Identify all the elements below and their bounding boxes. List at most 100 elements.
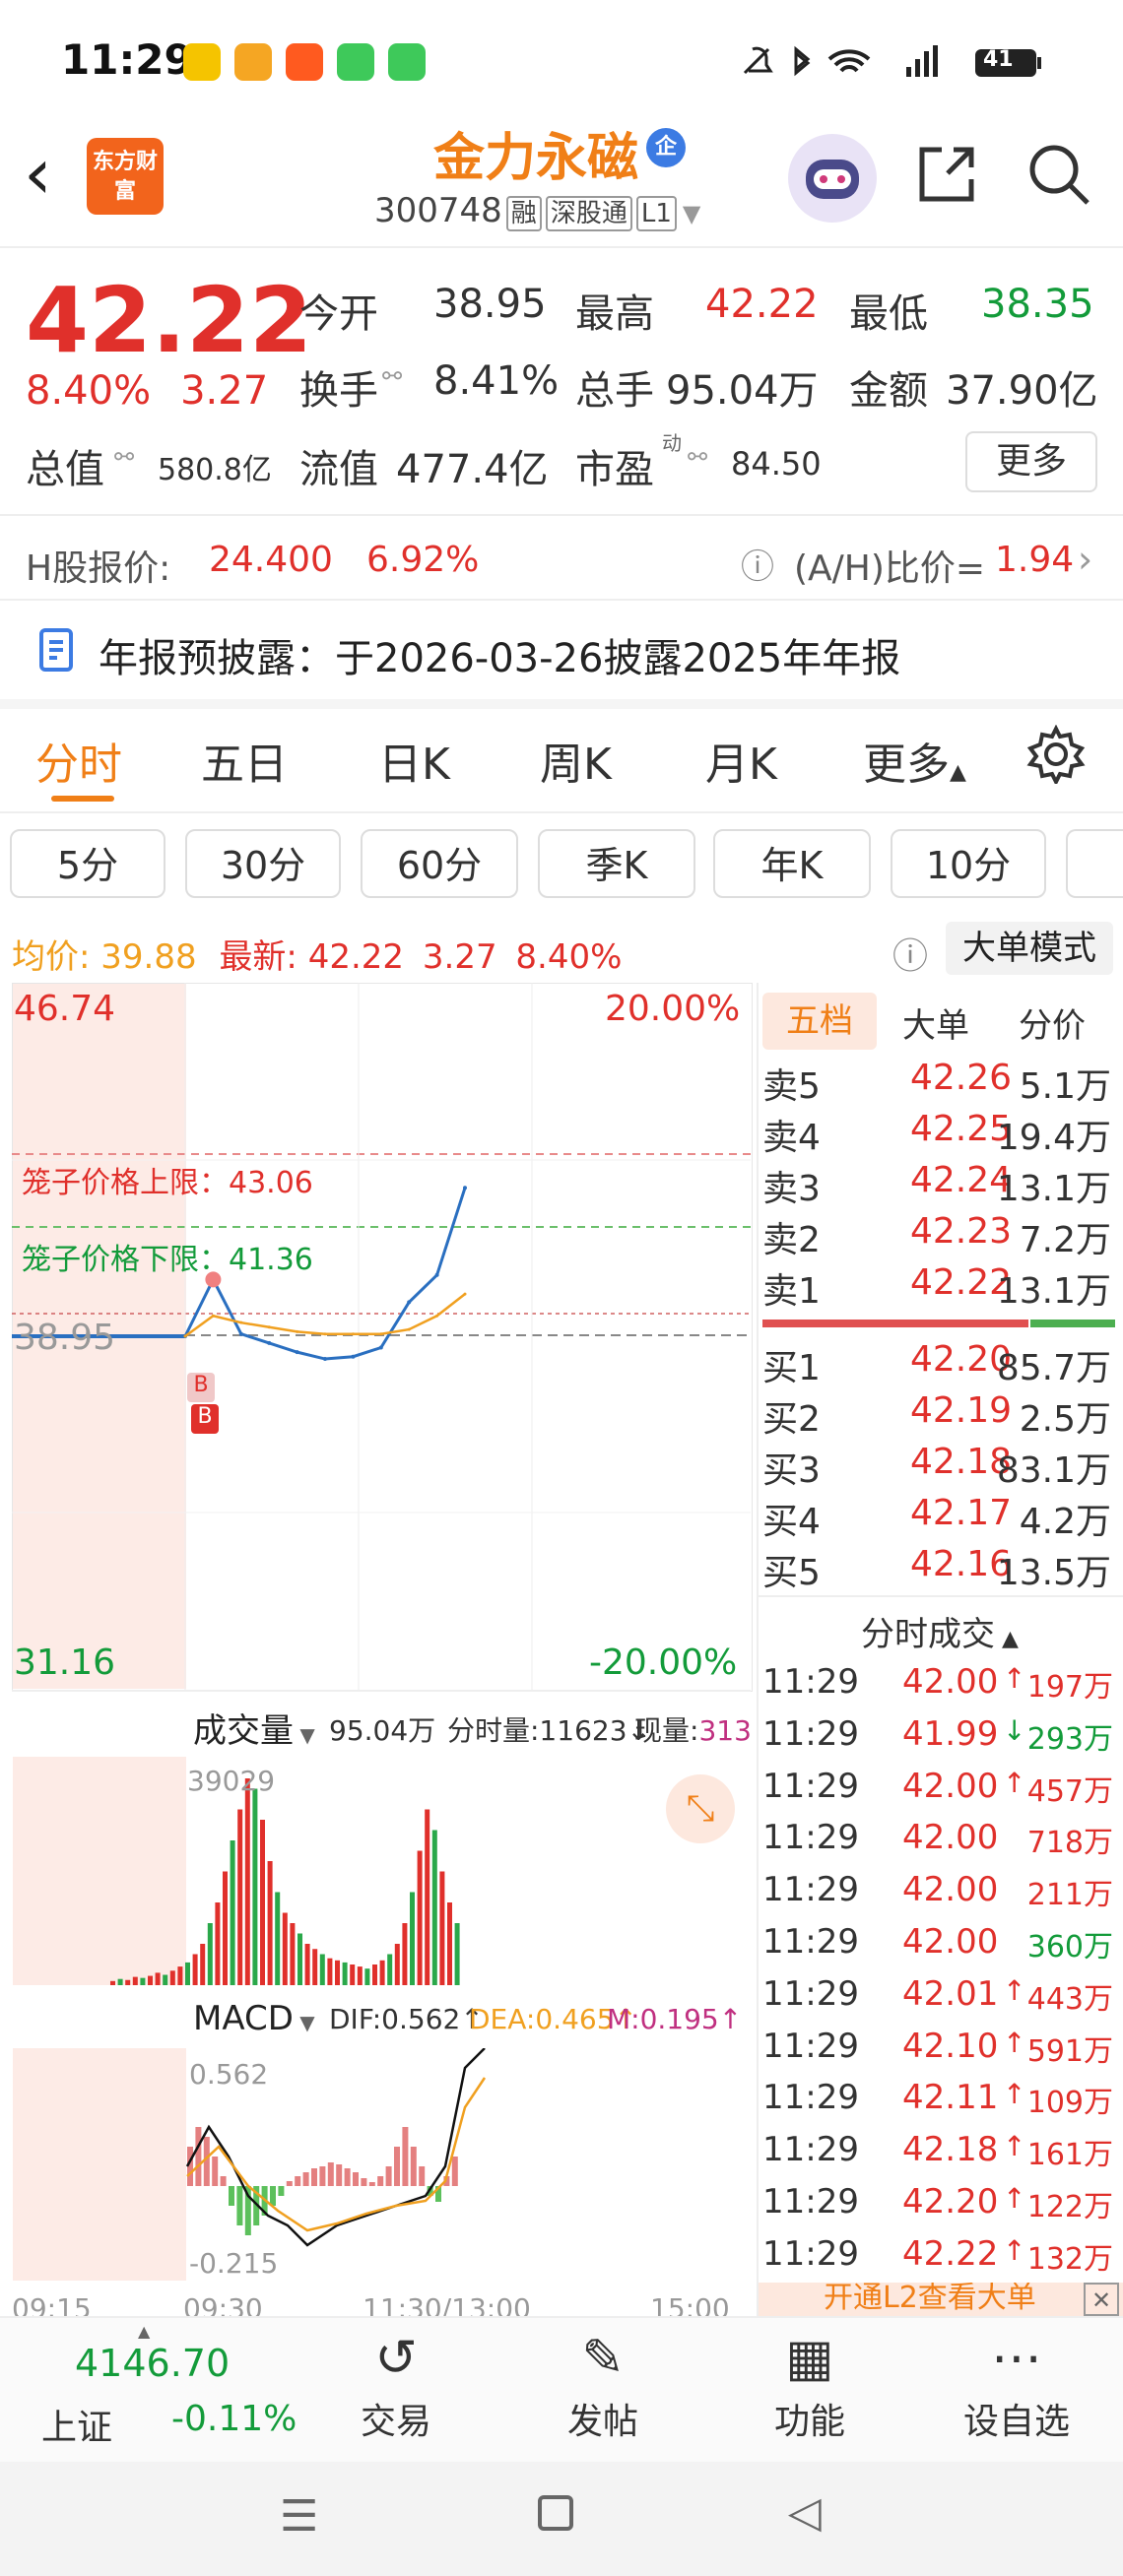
big-order-mode-button[interactable]: 大单模式: [946, 922, 1113, 975]
macd-bar: [212, 2157, 219, 2186]
tab-weekly-k[interactable]: 周K: [540, 729, 612, 792]
avg-price-point: [239, 1320, 243, 1324]
change-value: 3.27: [180, 368, 269, 414]
trade-volume: 293万: [1026, 1721, 1113, 1757]
subtab-10min[interactable]: 10分: [891, 829, 1046, 898]
turnover-value: 8.41%: [433, 358, 560, 404]
back-button[interactable]: ‹: [24, 138, 52, 209]
volume-bar: [394, 1944, 400, 1985]
info-icon[interactable]: ⚯: [382, 362, 402, 390]
sell-level-label: 卖5: [762, 1066, 821, 1107]
buy-row[interactable]: 买4 42.17 4.2万: [762, 1493, 1117, 1544]
trade-time: 11:29: [762, 2233, 859, 2274]
trades-title[interactable]: 分时成交 ▲: [861, 1607, 1019, 1655]
volume-selector[interactable]: 成交量 ▼: [193, 1704, 315, 1752]
subtab-5min[interactable]: 5分: [10, 829, 165, 898]
menu-icon[interactable]: ☰: [280, 2491, 318, 2542]
nav-watchlist[interactable]: ⋯ 设自选: [928, 2324, 1105, 2444]
sell-volume: 13.1万: [996, 1169, 1111, 1209]
tab-monthly-k[interactable]: 月K: [705, 729, 777, 792]
sell-row[interactable]: 卖2 42.23 7.2万: [762, 1211, 1117, 1262]
volume-bar: [117, 1978, 123, 1985]
annual-report-notice[interactable]: 年报预披露：于2026-03-26披露2025年年报: [99, 626, 900, 683]
volume-bar: [185, 1962, 190, 1985]
sell-row[interactable]: 卖5 42.26 5.1万: [762, 1058, 1117, 1109]
volume-bar: [177, 1966, 183, 1985]
tag-margin: 融: [505, 196, 542, 231]
help-icon[interactable]: ⓘ: [741, 540, 774, 588]
sell-row[interactable]: 卖4 42.25 19.4万: [762, 1109, 1117, 1160]
price-point: [267, 1340, 272, 1345]
info-icon[interactable]: ⚯: [114, 443, 134, 471]
search-icon[interactable]: [1024, 140, 1093, 209]
nav-trade[interactable]: ↺ 交易: [307, 2324, 485, 2444]
volume-indicator-label: 成交量: [193, 1711, 294, 1751]
ai-assistant-icon[interactable]: [788, 134, 877, 223]
trade-row: 11:29 41.99 ↓ 293万: [762, 1714, 1117, 1766]
trade-time: 11:29: [762, 2130, 859, 2170]
nav-post-label: 发帖: [566, 2402, 638, 2442]
tab-five-levels[interactable]: 五档: [762, 993, 877, 1050]
index-value[interactable]: 4146.70: [75, 2342, 230, 2385]
close-icon[interactable]: ✕: [1084, 2283, 1119, 2316]
trade-price: 42.20: [902, 2182, 999, 2222]
sell-level-label: 卖3: [762, 1169, 821, 1209]
tab-five-day[interactable]: 五日: [201, 729, 288, 792]
buy-level-label: 买2: [762, 1399, 821, 1440]
nav-functions[interactable]: ▦ 功能: [721, 2324, 898, 2444]
hshare-price: 24.400: [209, 540, 333, 580]
signal-icon: [906, 45, 938, 77]
nav-post[interactable]: ✎ 发帖: [514, 2324, 692, 2444]
trade-direction: ↑: [1003, 2233, 1026, 2267]
subtab-60min[interactable]: 60分: [361, 829, 518, 898]
buy-row[interactable]: 买5 42.16 13.5万: [762, 1544, 1117, 1595]
sell-row[interactable]: 卖1 42.22 13.1万: [762, 1262, 1117, 1314]
stock-name[interactable]: 金力永磁: [433, 116, 638, 190]
settings-gear-icon[interactable]: [1026, 725, 1086, 784]
tab-intraday[interactable]: 分时: [35, 729, 122, 792]
chevron-down-icon[interactable]: ▼: [683, 200, 700, 227]
l2-banner[interactable]: 开通L2查看大单: [759, 2283, 1123, 2316]
share-icon[interactable]: [914, 142, 979, 207]
price-point: [378, 1345, 383, 1350]
subtab-quarterly-k[interactable]: 季K: [538, 829, 695, 898]
buy-marker[interactable]: B: [187, 1373, 215, 1402]
app-logo: 东方财富: [87, 138, 164, 215]
macd-bar: [319, 2166, 326, 2186]
subtab-more[interactable]: [1066, 829, 1123, 898]
macd-bar: [402, 2127, 409, 2186]
stock-code: 300748: [374, 191, 502, 230]
info-icon[interactable]: ⚯: [688, 443, 707, 471]
tab-price-dist[interactable]: 分价: [1019, 998, 1086, 1047]
trade-volume: 457万: [1026, 1773, 1113, 1809]
buy-marker[interactable]: B: [191, 1404, 219, 1434]
tab-more[interactable]: 更多▲: [863, 729, 966, 792]
home-icon[interactable]: [538, 2495, 573, 2531]
help-icon[interactable]: ⓘ: [892, 928, 928, 979]
latest-value: 42.22: [307, 937, 405, 977]
index-pct[interactable]: -0.11%: [171, 2399, 297, 2439]
subtab-yearly-k[interactable]: 年K: [713, 829, 871, 898]
macd-bar: [278, 2186, 285, 2196]
buy-row[interactable]: 买3 42.18 83.1万: [762, 1442, 1117, 1493]
buy-row[interactable]: 买1 42.20 85.7万: [762, 1339, 1117, 1390]
buy-row[interactable]: 买2 42.19 2.5万: [762, 1390, 1117, 1442]
chart-bottom-price: 31.16: [14, 1642, 116, 1683]
buy-volume: 13.5万: [996, 1553, 1111, 1593]
index-name[interactable]: 上证: [41, 2399, 112, 2450]
chevron-right-icon[interactable]: ›: [1078, 538, 1092, 581]
expand-icon[interactable]: ⤡: [666, 1774, 735, 1843]
phone-icon: [388, 43, 426, 81]
sell-row[interactable]: 卖3 42.24 13.1万: [762, 1160, 1117, 1211]
trade-time: 11:29: [762, 1870, 859, 1910]
subtab-30min[interactable]: 30分: [185, 829, 341, 898]
tab-big-orders[interactable]: 大单: [902, 998, 969, 1047]
tag-connect: 深股通: [545, 196, 632, 231]
low-value: 38.35: [981, 282, 1094, 327]
volume-bar: [260, 1820, 265, 1985]
macd-selector[interactable]: MACD ▼: [193, 1999, 315, 2038]
back-nav-icon[interactable]: ◁: [788, 2487, 822, 2538]
tab-daily-k[interactable]: 日K: [378, 729, 450, 792]
app-notification-icon: [234, 43, 272, 81]
more-button[interactable]: 更多: [965, 431, 1097, 492]
